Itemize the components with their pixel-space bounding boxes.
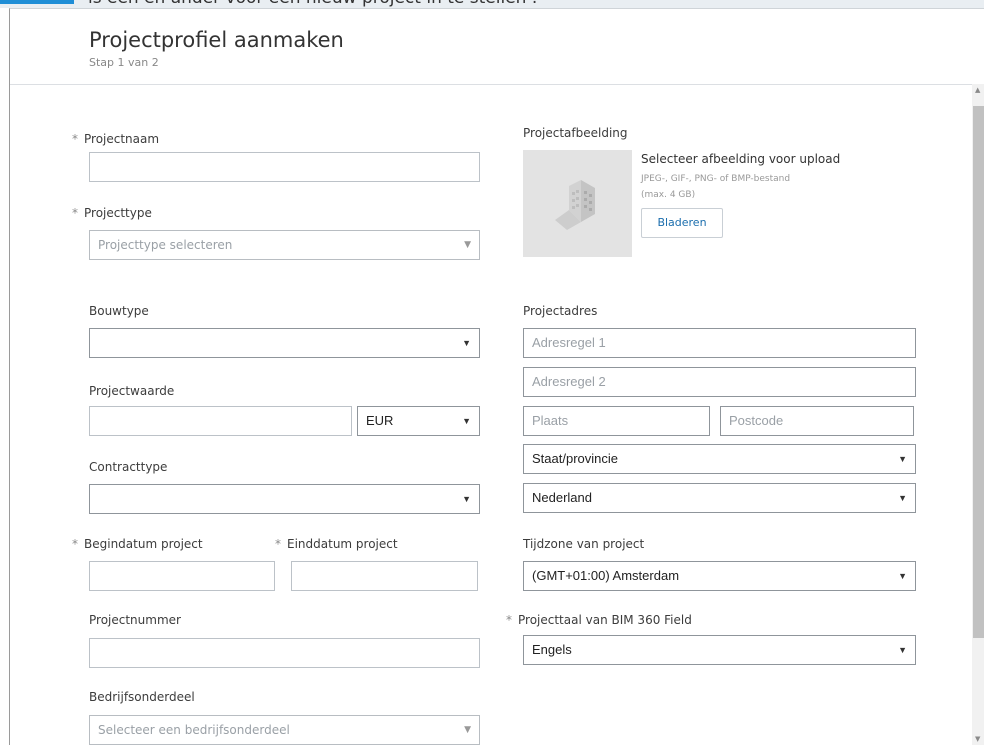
timezone-select[interactable]: (GMT+01:00) Amsterdam ▼ — [523, 561, 916, 591]
chevron-down-icon: ▼ — [898, 493, 907, 503]
scroll-up-icon[interactable]: ▲ — [975, 86, 980, 94]
required-marker: * — [72, 537, 78, 551]
city-input[interactable]: Plaats — [523, 406, 710, 436]
timezone-label: Tijdzone van project — [523, 537, 645, 551]
project-value-input[interactable] — [89, 406, 352, 436]
currency-select[interactable]: EUR ▼ — [357, 406, 480, 436]
field-language-select[interactable]: Engels ▼ — [523, 635, 916, 665]
start-date-input[interactable] — [89, 561, 275, 591]
address-line1-input[interactable]: Adresregel 1 — [523, 328, 916, 358]
project-type-placeholder: Projecttype selecteren — [98, 238, 233, 252]
country-value: Nederland — [532, 490, 592, 505]
chevron-down-icon: ▼ — [464, 725, 471, 735]
background-page-strip: ls een en ander voor een nieuw project i… — [0, 0, 984, 8]
required-marker: * — [275, 537, 281, 551]
start-date-label: * Begindatum project — [72, 537, 203, 551]
contract-type-label: Contracttype — [89, 460, 168, 474]
dialog-header: Projectprofiel aanmaken Stap 1 van 2 — [10, 9, 984, 85]
project-name-label: * Projectnaam — [72, 132, 160, 146]
chevron-down-icon: ▼ — [462, 416, 471, 426]
chevron-down-icon: ▼ — [462, 494, 471, 504]
project-type-label: * Projecttype — [72, 206, 152, 220]
required-marker: * — [72, 132, 78, 146]
create-project-dialog: Projectprofiel aanmaken Stap 1 van 2 * Pr… — [9, 8, 984, 745]
chevron-down-icon: ▼ — [898, 454, 907, 464]
business-unit-label: Bedrijfsonderdeel — [89, 690, 195, 704]
scroll-down-icon[interactable]: ▼ — [975, 735, 980, 743]
project-type-select[interactable]: Projecttype selecteren ▼ — [89, 230, 480, 260]
project-image-label: Projectafbeelding — [523, 126, 628, 140]
currency-value: EUR — [366, 413, 394, 428]
project-image-preview[interactable] — [523, 150, 632, 257]
project-number-label: Projectnummer — [89, 613, 181, 627]
building-placeholder-icon — [555, 180, 595, 230]
project-value-label: Projectwaarde — [89, 384, 175, 398]
business-unit-select[interactable]: Selecteer een bedrijfsonderdeel ▼ — [89, 715, 480, 745]
address-line2-input[interactable]: Adresregel 2 — [523, 367, 916, 397]
project-number-input[interactable] — [89, 638, 480, 668]
dialog-step-indicator: Stap 1 van 2 — [89, 56, 159, 69]
timezone-value: (GMT+01:00) Amsterdam — [532, 568, 680, 583]
chevron-down-icon: ▼ — [462, 338, 471, 348]
background-accent-bar — [0, 0, 74, 4]
construction-type-select[interactable]: ▼ — [89, 328, 480, 358]
contract-type-select[interactable]: ▼ — [89, 484, 480, 514]
end-date-label: * Einddatum project — [275, 537, 398, 551]
project-name-input[interactable] — [89, 152, 480, 182]
dialog-title: Projectprofiel aanmaken — [89, 28, 344, 52]
background-hint-text: ls een en ander voor een nieuw project i… — [88, 0, 537, 8]
project-address-label: Projectadres — [523, 304, 598, 318]
chevron-down-icon: ▼ — [898, 645, 907, 655]
chevron-down-icon: ▼ — [898, 571, 907, 581]
required-marker: * — [72, 206, 78, 220]
upload-formats-hint: JPEG-, GIF-, PNG- of BMP-bestand — [641, 174, 791, 184]
end-date-input[interactable] — [291, 561, 478, 591]
field-language-value: Engels — [532, 642, 572, 657]
state-select[interactable]: Staat/provincie ▼ — [523, 444, 916, 474]
business-unit-placeholder: Selecteer een bedrijfsonderdeel — [98, 723, 290, 737]
country-select[interactable]: Nederland ▼ — [523, 483, 916, 513]
required-marker: * — [506, 613, 512, 627]
chevron-down-icon: ▼ — [464, 240, 471, 250]
upload-title: Selecteer afbeelding voor upload — [641, 152, 841, 166]
upload-size-hint: (max. 4 GB) — [641, 190, 696, 200]
browse-button[interactable]: Bladeren — [641, 208, 723, 238]
construction-type-label: Bouwtype — [89, 304, 149, 318]
scrollbar-thumb[interactable] — [973, 106, 984, 638]
vertical-scrollbar[interactable]: ▲ ▼ — [972, 84, 984, 745]
postcode-input[interactable]: Postcode — [720, 406, 914, 436]
field-language-label: * Projecttaal van BIM 360 Field — [506, 613, 692, 627]
state-value: Staat/provincie — [532, 451, 618, 466]
